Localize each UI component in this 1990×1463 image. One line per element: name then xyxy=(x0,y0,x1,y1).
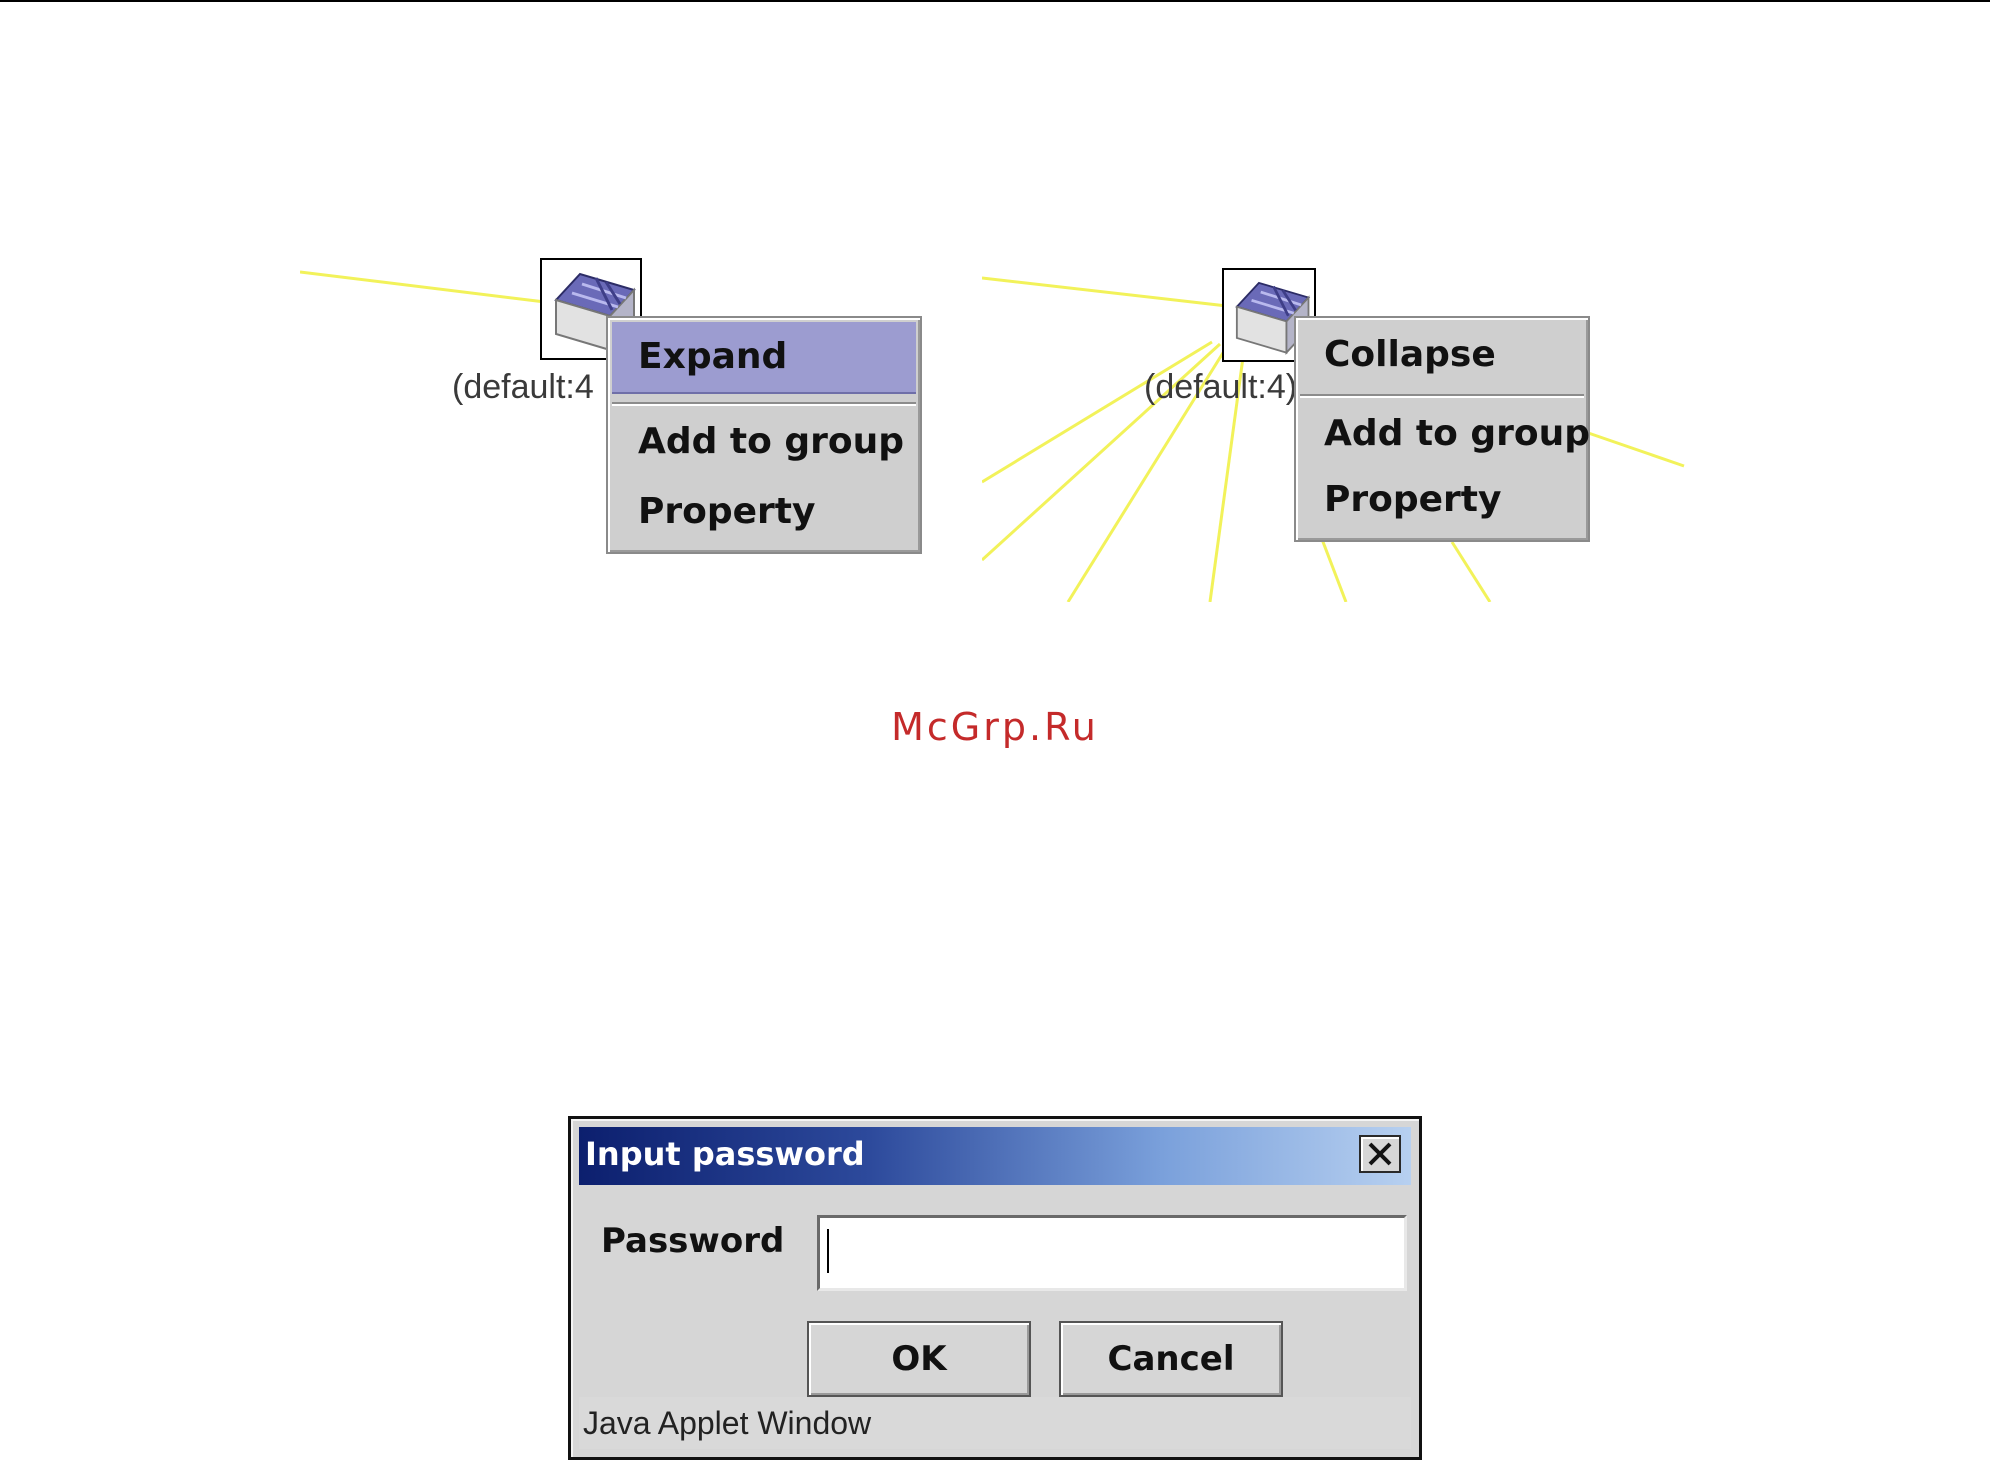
menu-item-collapse[interactable]: Collapse xyxy=(1300,322,1584,388)
link-line xyxy=(982,276,1228,308)
node-label-left: (default:4 xyxy=(452,368,594,406)
dialog-titlebar[interactable]: Input password xyxy=(579,1127,1411,1185)
context-menu-left: Expand Add to group Property xyxy=(606,316,922,554)
top-rule xyxy=(0,0,1990,2)
topology-view-right: (default:4) Collapse Add to group Proper… xyxy=(982,230,1702,602)
input-password-dialog: Input password Password OK Cancel Java A… xyxy=(568,1116,1422,1460)
applet-status-text: Java Applet Window xyxy=(583,1405,872,1441)
watermark: McGrp.Ru xyxy=(891,705,1099,749)
close-x-icon xyxy=(1368,1142,1392,1166)
text-caret xyxy=(827,1229,829,1273)
context-menu-right: Collapse Add to group Property xyxy=(1294,316,1590,542)
menu-item-property[interactable]: Property xyxy=(1300,470,1584,530)
menu-item-expand[interactable]: Expand xyxy=(612,322,916,394)
topology-view-left: (default:4 Expand Add to group Property xyxy=(300,230,940,590)
close-button[interactable] xyxy=(1359,1135,1401,1173)
node-label-right: (default:4) xyxy=(1144,368,1298,406)
link-line xyxy=(1450,541,1492,602)
ok-button[interactable]: OK xyxy=(807,1321,1031,1397)
password-input[interactable] xyxy=(817,1215,1407,1291)
cancel-button[interactable]: Cancel xyxy=(1059,1321,1283,1397)
menu-item-property[interactable]: Property xyxy=(612,482,916,542)
menu-item-add-to-group[interactable]: Add to group xyxy=(1300,404,1590,464)
applet-status-bar: Java Applet Window xyxy=(579,1397,1411,1449)
link-line xyxy=(300,270,546,304)
menu-item-add-to-group[interactable]: Add to group xyxy=(612,412,916,472)
link-line xyxy=(982,340,1213,484)
dialog-title: Input password xyxy=(585,1135,865,1173)
menu-separator xyxy=(1300,394,1584,398)
menu-separator xyxy=(612,402,916,406)
password-label: Password xyxy=(601,1221,785,1261)
link-line xyxy=(1318,533,1348,602)
